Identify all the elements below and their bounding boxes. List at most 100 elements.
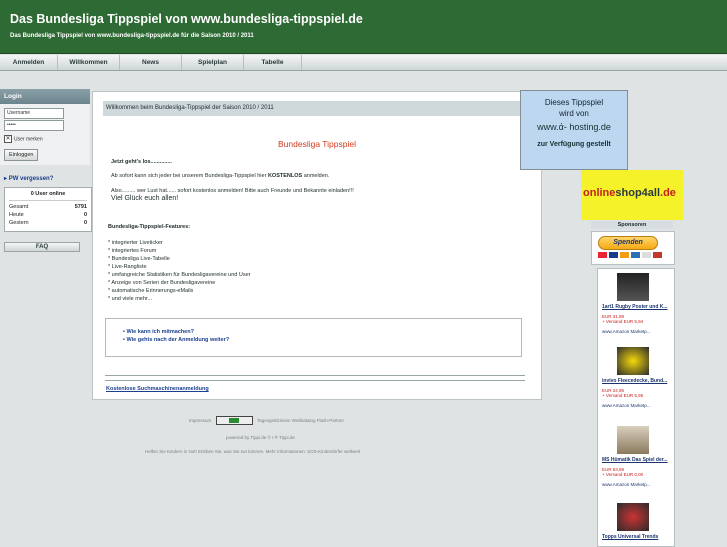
main-panel: Willkommen beim Bundesliga-Tippspiel der… — [92, 91, 542, 400]
product-seller[interactable]: www.Amazon Marketp... — [602, 482, 672, 487]
shop-name: onlineshop4all.de — [583, 187, 676, 199]
pw-forgot-link[interactable]: ▸ PW vergessen? — [4, 175, 90, 182]
nav-spielplan[interactable]: Spielplan — [182, 55, 244, 70]
site-subtitle: Das Bundesliga Tippspiel von www.bundesl… — [10, 33, 254, 39]
card-icon — [620, 252, 629, 258]
feature-item: * Anzeige von Serien der Bundesligaverei… — [108, 280, 216, 286]
intro-line1-bold: KOSTENLOS — [267, 173, 303, 179]
footer-impressum[interactable]: Impressum — [189, 418, 211, 423]
feature-item: * und viele mehr... — [108, 296, 153, 302]
footer-charity[interactable]: Helfen Sie Kindern in Not! Erleben Sie, … — [145, 449, 360, 454]
user-stats: 0 User online Gesamt 5791 Heute 0 Gestern 0 — [4, 187, 92, 232]
top-nav: Anmelden Willkommen News Spielplan Tabel… — [0, 55, 727, 71]
stat-label: Gesamt — [9, 204, 29, 210]
password-input[interactable]: ••••• — [4, 120, 64, 131]
remember-checkbox[interactable]: ✕ — [4, 135, 12, 143]
feature-item: * Bundesliga Live-Tabelle — [108, 256, 170, 262]
hosting-banner[interactable]: Dieses Tippspiel wird von www.ά- hosting… — [520, 90, 628, 170]
shop-banner[interactable]: onlineshop4all.de — [581, 170, 683, 220]
feature-item: * integriertes Forum — [108, 248, 157, 254]
card-icon — [609, 252, 618, 258]
left-sidebar: Login Username ••••• ✕ User merken Einlog… — [0, 89, 92, 252]
features-heading: Bundesliga-Tippspiel-Features: — [108, 224, 191, 230]
card-icon — [631, 252, 640, 258]
login-button[interactable]: Einloggen — [4, 149, 39, 161]
feature-item: * integrierter Liveticker — [108, 240, 163, 246]
stat-label: Gestern — [9, 220, 29, 226]
stat-row: Gesamt 5791 — [9, 204, 87, 210]
feature-item: * umfangreiche Statistiken für Bundeslig… — [108, 272, 251, 278]
sponsors-heading: Sponsoren — [591, 221, 673, 229]
card-icon — [653, 252, 662, 258]
product-image — [617, 426, 649, 454]
product-image — [617, 503, 649, 531]
welcome-bar: Willkommen beim Bundesliga-Tippspiel der… — [103, 101, 536, 116]
feature-item: * Live-Rangliste — [108, 264, 147, 270]
donate-box: Spenden — [591, 231, 675, 265]
partner-badge[interactable] — [216, 416, 253, 425]
intro-line2: Also......... wer Lust hat...... sofort … — [111, 188, 354, 194]
divider — [105, 375, 525, 376]
shop-name-post: .de — [660, 187, 676, 199]
help-links-box: • Wie kann ich mitmachen? • Wie gehts na… — [105, 318, 522, 357]
login-box: Username ••••• ✕ User merken Einloggen — [0, 104, 90, 165]
features-list: Bundesliga-Tippspiel-Features: * integri… — [108, 223, 250, 303]
link-mitmachen[interactable]: • Wie kann ich mitmachen? — [123, 329, 521, 335]
footer-partner[interactable]: Tagesgeldzinsen Webkatalog Flash-Partner — [257, 418, 344, 423]
nav-tabelle[interactable]: Tabelle — [244, 55, 302, 70]
stat-value: 5791 — [74, 204, 87, 210]
faq-button[interactable]: FAQ — [4, 242, 80, 252]
product-shipping: + Versand EUR 5,95 — [602, 393, 644, 398]
stat-label: Heute — [9, 212, 24, 218]
product-list: 1art1 Rugby Poster und K... EUR 31,99 + … — [597, 268, 675, 547]
username-input[interactable]: Username — [4, 108, 64, 119]
product-shipping: + Versand EUR 0,00 — [602, 472, 644, 477]
product-title[interactable]: MS Hümatik Das Spiel der... — [602, 457, 672, 463]
product-item[interactable]: 1art1 Rugby Poster und K... EUR 31,99 + … — [602, 273, 672, 334]
seo-link[interactable]: Kostenlose Suchmaschinenanmeldung — [106, 386, 209, 392]
shop-name-pre: online — [583, 187, 616, 199]
stat-value: 0 — [83, 212, 87, 218]
login-heading: Login — [0, 89, 90, 104]
intro-line1-pre: Ab sofort kann sich jeder bei unserem Bu… — [111, 173, 268, 179]
product-image — [617, 273, 649, 301]
nav-news[interactable]: News — [120, 55, 182, 70]
product-shipping: + Versand EUR 5,94 — [602, 319, 644, 324]
donate-button[interactable]: Spenden — [598, 236, 658, 250]
shop-name-mid: shop4all — [615, 187, 661, 199]
product-item[interactable]: Topps Universal Trends — [602, 503, 672, 540]
card-icon — [598, 252, 607, 258]
intro-line1-post: anmelden. — [302, 173, 330, 179]
pw-forgot-label: PW vergessen? — [8, 176, 54, 182]
stat-row: Heute 0 — [9, 212, 87, 218]
link-anmeldung-weiter[interactable]: • Wie gehts nach der Anmeldung weiter? — [123, 337, 521, 343]
intro-text: Jetzt geht's los.............. Ab sofort… — [111, 158, 521, 203]
hosting-line3: zur Verfügung gestellt — [537, 141, 611, 148]
intro-line3: Viel Glück euch allen! — [111, 195, 179, 202]
card-icon — [642, 252, 651, 258]
remember-row: ✕ User merken — [4, 135, 86, 143]
hosting-line2: wird von — [559, 109, 589, 118]
card-title: Bundesliga Tippspiel — [278, 139, 356, 149]
product-seller[interactable]: www.Amazon Marketp... — [602, 329, 672, 334]
nav-willkommen[interactable]: Willkommen — [58, 55, 120, 70]
site-title: Das Bundesliga Tippspiel von www.bundesl… — [10, 12, 363, 26]
link-mitmachen-label: Wie kann ich mitmachen? — [126, 329, 194, 335]
product-seller[interactable]: www.Amazon Marketp... — [602, 403, 672, 408]
product-title[interactable]: Topps Universal Trends — [602, 534, 672, 540]
site-header: Das Bundesliga Tippspiel von www.bundesl… — [0, 0, 727, 54]
product-title[interactable]: invivo Fleecedecke, Bund... — [602, 378, 672, 384]
product-item[interactable]: invivo Fleecedecke, Bund... EUR 24,95 + … — [602, 347, 672, 408]
stat-value: 0 — [83, 220, 87, 226]
product-item[interactable]: MS Hümatik Das Spiel der... EUR 63,99 + … — [602, 426, 672, 487]
stat-row: Gestern 0 — [9, 220, 87, 226]
product-image — [617, 347, 649, 375]
badge-icon — [229, 418, 239, 423]
users-online: 0 User online — [9, 191, 87, 201]
product-title[interactable]: 1art1 Rugby Poster und K... — [602, 304, 672, 310]
nav-anmelden[interactable]: Anmelden — [0, 55, 58, 70]
remember-label: User merken — [14, 136, 43, 143]
intro-line1: Ab sofort kann sich jeder bei unserem Bu… — [111, 172, 521, 180]
payment-cards — [598, 252, 662, 258]
